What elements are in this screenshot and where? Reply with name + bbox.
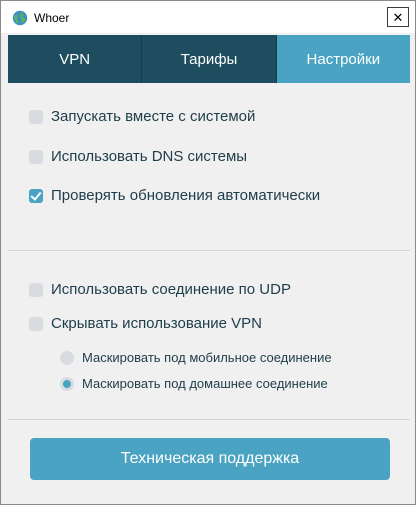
divider — [8, 250, 410, 251]
option-hide-vpn[interactable]: Скрывать использование VPN — [29, 315, 262, 332]
close-button[interactable]: ✕ — [387, 7, 409, 27]
autostart-checkbox[interactable] — [29, 109, 43, 124]
udp-label: Использовать соединение по UDP — [51, 281, 291, 298]
option-autostart[interactable]: Запускать вместе с системой — [29, 108, 255, 125]
tab-tariffs[interactable]: Тарифы — [142, 35, 277, 83]
mask-mobile-radio[interactable] — [60, 350, 74, 365]
tab-bar: VPN Тарифы Настройки — [8, 35, 410, 83]
app-window: Whoer ✕ VPN Тарифы Настройки Запускать в… — [0, 0, 416, 505]
option-auto-update[interactable]: Проверять обновления автоматически — [29, 187, 320, 204]
auto-update-label: Проверять обновления автоматически — [51, 187, 321, 204]
udp-checkbox[interactable] — [29, 282, 43, 297]
mask-home-label: Маскировать под домашнее соединение — [82, 376, 328, 391]
title-bar: Whoer ✕ — [1, 1, 415, 33]
tab-vpn[interactable]: VPN — [8, 35, 143, 83]
option-mask-mobile[interactable]: Маскировать под мобильное соединение — [60, 350, 332, 365]
close-icon: ✕ — [392, 9, 404, 25]
option-udp[interactable]: Использовать соединение по UDP — [29, 281, 291, 298]
globe-icon — [12, 10, 28, 26]
tab-settings[interactable]: Настройки — [276, 35, 410, 83]
hide-vpn-checkbox[interactable] — [29, 316, 43, 331]
settings-panel: Запускать вместе с системой Использовать… — [8, 83, 410, 496]
system-dns-label: Использовать DNS системы — [51, 148, 248, 165]
divider — [8, 419, 410, 420]
option-mask-home[interactable]: Маскировать под домашнее соединение — [60, 376, 328, 391]
system-dns-checkbox[interactable] — [29, 149, 43, 164]
hide-vpn-label: Скрывать использование VPN — [51, 315, 262, 332]
mask-home-radio[interactable] — [60, 376, 74, 391]
autostart-label: Запускать вместе с системой — [51, 108, 256, 125]
option-system-dns[interactable]: Использовать DNS системы — [29, 148, 247, 165]
support-button[interactable]: Техническая поддержка — [30, 438, 390, 480]
window-title: Whoer — [34, 11, 70, 25]
auto-update-checkbox[interactable] — [29, 188, 43, 203]
mask-mobile-label: Маскировать под мобильное соединение — [82, 350, 332, 365]
